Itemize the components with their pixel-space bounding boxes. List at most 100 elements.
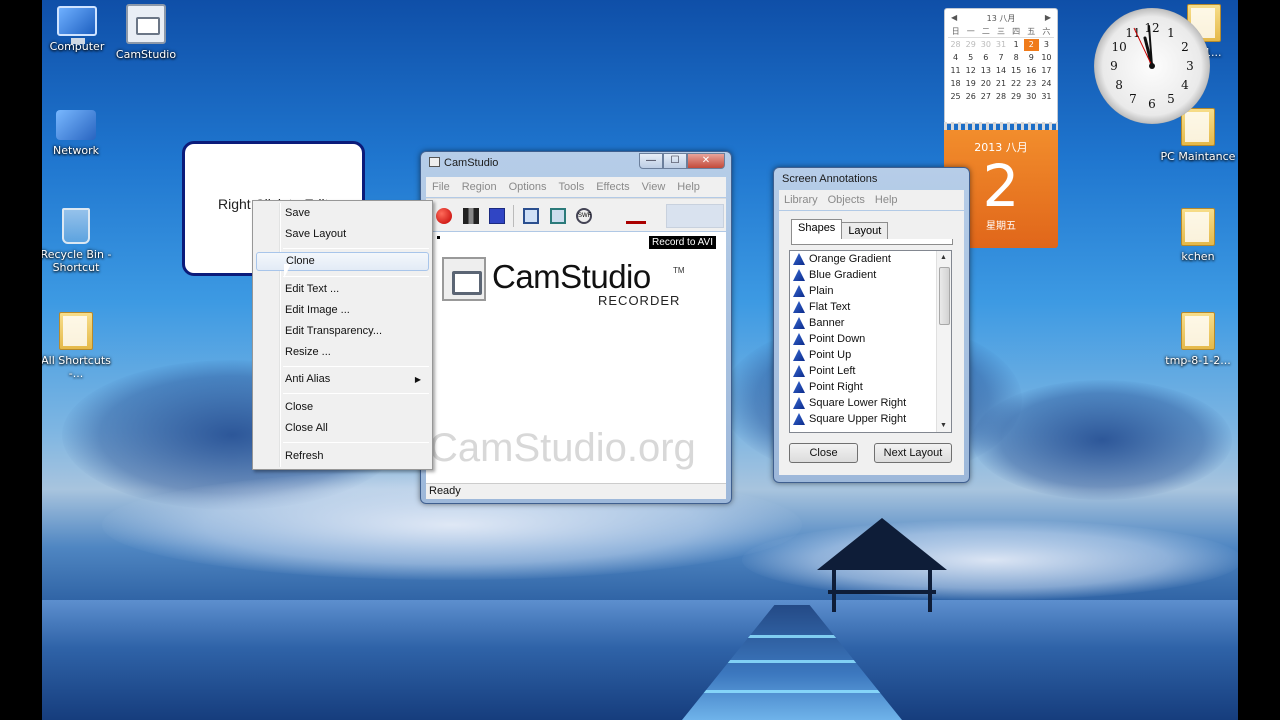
menu-library[interactable]: Library <box>779 194 823 206</box>
menu-separator <box>283 276 429 277</box>
calendar-day[interactable]: 31 <box>993 39 1008 51</box>
list-item[interactable]: Point Right <box>790 379 951 395</box>
desktop-icon-recycle-bin[interactable]: Recycle Bin - Shortcut <box>42 208 114 274</box>
calendar-day[interactable]: 3 <box>1039 39 1054 51</box>
menu-item-edit-image[interactable]: Edit Image ... <box>256 301 429 320</box>
calendar-day[interactable]: 21 <box>993 78 1008 90</box>
list-item[interactable]: Banner <box>790 315 951 331</box>
calendar-day[interactable]: 10 <box>1039 52 1054 64</box>
menu-item-anti-alias[interactable]: Anti Alias ▶ <box>256 370 429 389</box>
menu-item-clone[interactable]: Clone <box>256 252 429 271</box>
calendar-day[interactable]: 19 <box>963 78 978 90</box>
calendar-day[interactable]: 2 <box>1023 39 1039 51</box>
menu-region[interactable]: Region <box>456 181 503 193</box>
calendar-day[interactable]: 12 <box>963 65 978 77</box>
calendar-day[interactable]: 30 <box>978 39 993 51</box>
menu-item-edit-text[interactable]: Edit Text ... <box>256 280 429 299</box>
camstudio-window[interactable]: CamStudio — ☐ ✕ File Region Options Tool… <box>420 151 732 504</box>
menu-item-resize[interactable]: Resize ... <box>256 343 429 362</box>
minimize-button[interactable]: — <box>639 153 663 169</box>
desktop-icon-network[interactable]: Network <box>42 110 114 157</box>
calendar-day[interactable]: 7 <box>993 52 1008 64</box>
calendar-day[interactable]: 6 <box>978 52 993 64</box>
annotation-tool-icon[interactable] <box>523 208 539 224</box>
list-item[interactable]: Blue Gradient <box>790 267 951 283</box>
desktop-icon-kchen[interactable]: kchen <box>1160 208 1236 263</box>
desktop-icon-tmp[interactable]: tmp-8-1-2... <box>1160 312 1236 367</box>
menu-help[interactable]: Help <box>870 194 903 206</box>
menu-effects[interactable]: Effects <box>590 181 635 193</box>
shapes-list[interactable]: Orange Gradient Blue Gradient Plain Flat Te… <box>789 250 952 433</box>
calendar-day[interactable]: 16 <box>1024 65 1039 77</box>
calendar-day[interactable]: 27 <box>978 91 993 103</box>
record-button[interactable] <box>436 208 452 224</box>
list-item[interactable]: Orange Gradient <box>790 251 951 267</box>
screen-annotations-window[interactable]: Screen Annotations Library Objects Help … <box>773 167 970 483</box>
stop-button[interactable] <box>489 208 505 224</box>
calendar-day[interactable]: 18 <box>948 78 963 90</box>
calendar-day[interactable]: 31 <box>1039 91 1054 103</box>
calendar-day[interactable]: 13 <box>978 65 993 77</box>
close-button[interactable]: Close <box>789 443 858 463</box>
menu-item-edit-transparency[interactable]: Edit Transparency... <box>256 322 429 341</box>
calendar-day[interactable]: 28 <box>993 91 1008 103</box>
list-scrollbar[interactable]: ▲ ▼ <box>936 251 951 432</box>
calendar-day[interactable]: 29 <box>963 39 978 51</box>
list-item[interactable]: Square Upper Right <box>790 411 951 427</box>
tab-shapes[interactable]: Shapes <box>791 219 843 239</box>
calendar-day[interactable]: 17 <box>1039 65 1054 77</box>
list-item[interactable]: Point Left <box>790 363 951 379</box>
menu-item-close[interactable]: Close <box>256 398 429 417</box>
menu-item-refresh[interactable]: Refresh <box>256 447 429 466</box>
close-button[interactable]: ✕ <box>687 153 725 169</box>
list-item[interactable]: Square Lower Right <box>790 395 951 411</box>
calendar-day[interactable]: 8 <box>1009 52 1024 64</box>
scrollbar-thumb[interactable] <box>939 267 950 325</box>
calendar-next-button[interactable]: ▶ <box>1045 13 1051 24</box>
menu-item-save-layout[interactable]: Save Layout <box>256 225 429 244</box>
swf-button[interactable]: SWF <box>576 208 592 224</box>
desktop-icon-computer[interactable]: Computer <box>42 6 115 53</box>
autopan-icon[interactable] <box>626 208 646 224</box>
menu-tools[interactable]: Tools <box>553 181 591 193</box>
list-item[interactable]: Flat Text <box>790 299 951 315</box>
calendar-day[interactable]: 9 <box>1024 52 1039 64</box>
calendar-day[interactable]: 26 <box>963 91 978 103</box>
desktop-icon-camstudio[interactable]: CamStudio <box>108 4 184 61</box>
list-item[interactable]: Plain <box>790 283 951 299</box>
calendar-day[interactable]: 15 <box>1009 65 1024 77</box>
calendar-day[interactable]: 14 <box>993 65 1008 77</box>
desktop-icon-all-shortcuts[interactable]: All Shortcuts -... <box>42 312 114 380</box>
list-item[interactable]: Point Up <box>790 347 951 363</box>
calendar-day[interactable]: 25 <box>948 91 963 103</box>
screen-icon[interactable] <box>550 208 566 224</box>
calendar-day[interactable]: 28 <box>948 39 963 51</box>
maximize-button[interactable]: ☐ <box>663 153 687 169</box>
scroll-down-icon[interactable]: ▼ <box>940 422 947 429</box>
calendar-gadget[interactable]: ◀ 13 八月 ▶ 日一二三四五六 28 29 30 31 1 2 3 4 5 6 7 8 9 10 11 12… <box>944 8 1058 124</box>
calendar-day[interactable]: 23 <box>1024 78 1039 90</box>
menu-options[interactable]: Options <box>503 181 553 193</box>
menu-help[interactable]: Help <box>671 181 706 193</box>
calendar-prev-button[interactable]: ◀ <box>951 13 957 24</box>
menu-file[interactable]: File <box>426 181 456 193</box>
calendar-day[interactable]: 4 <box>948 52 963 64</box>
list-item[interactable]: Point Down <box>790 331 951 347</box>
scroll-up-icon[interactable]: ▲ <box>940 254 947 261</box>
calendar-day[interactable]: 29 <box>1009 91 1024 103</box>
calendar-day[interactable]: 30 <box>1024 91 1039 103</box>
next-layout-button[interactable]: Next Layout <box>874 443 952 463</box>
calendar-day[interactable]: 11 <box>948 65 963 77</box>
calendar-day[interactable]: 22 <box>1009 78 1024 90</box>
clock-gadget[interactable]: 11 10 9 8 7 6 5 4 3 2 1 12 <box>1094 8 1210 124</box>
tab-layout[interactable]: Layout <box>842 222 889 239</box>
calendar-day[interactable]: 5 <box>963 52 978 64</box>
calendar-day[interactable]: 1 <box>1009 39 1024 51</box>
menu-objects[interactable]: Objects <box>823 194 870 206</box>
calendar-day[interactable]: 24 <box>1039 78 1054 90</box>
menu-view[interactable]: View <box>636 181 672 193</box>
menu-item-close-all[interactable]: Close All <box>256 419 429 438</box>
pause-button[interactable] <box>463 208 479 224</box>
menu-item-save[interactable]: Save <box>256 204 429 223</box>
calendar-day[interactable]: 20 <box>978 78 993 90</box>
